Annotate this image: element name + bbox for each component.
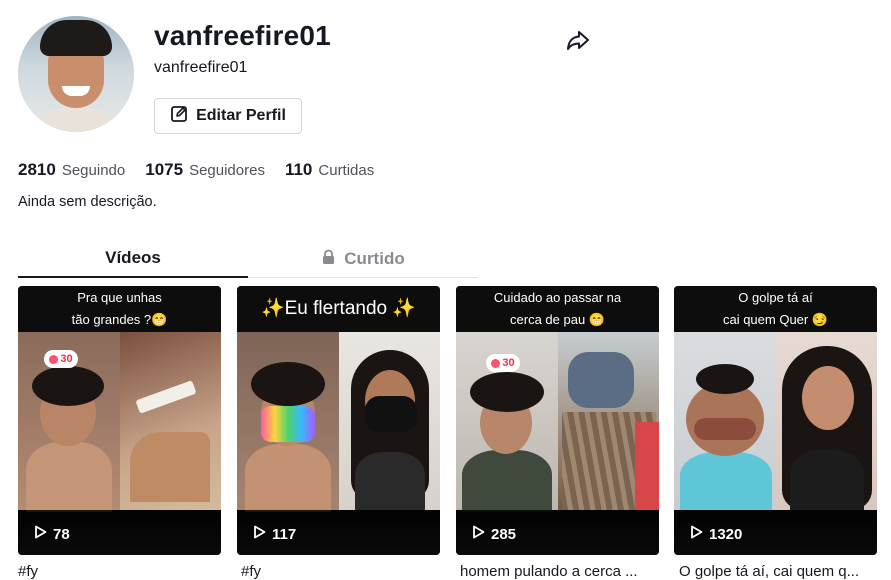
video-overlay-text: Pra que unhas tão grandes ?😁 (18, 286, 221, 332)
overlay-line-2: cai quem Quer 😏 (722, 312, 829, 327)
likes-stat: 110 Curtidas (285, 160, 374, 180)
video-caption[interactable]: #fy (241, 563, 444, 580)
profile-avatar[interactable] (18, 16, 134, 132)
play-icon (253, 525, 266, 543)
followers-count: 1075 (145, 160, 184, 179)
edit-pencil-icon (170, 105, 188, 128)
video-thumb-left (237, 332, 339, 512)
video-card[interactable]: Cuidado ao passar na cerca de pau 😁 30 2… (456, 286, 659, 555)
video-caption[interactable]: homem pulando a cerca ... (460, 563, 663, 580)
video-view-count: 78 (34, 525, 70, 543)
overlay-line-2: tão grandes ?😁 (71, 312, 168, 327)
video-card[interactable]: ✨Eu flertando ✨ 117 (237, 286, 440, 555)
video-card[interactable]: Pra que unhas tão grandes ?😁 30 78 (18, 286, 221, 555)
followers-stat[interactable]: 1075 Seguidores (145, 160, 265, 180)
video-caption[interactable]: O golpe tá aí, cai quem q... (679, 563, 882, 580)
lock-icon (321, 249, 336, 270)
tab-liked-label: Curtido (344, 249, 405, 268)
video-caption[interactable]: #fy (18, 563, 221, 580)
overlay-line-1: O golpe tá aí (738, 290, 813, 305)
video-thumb-right (119, 332, 221, 510)
video-view-count: 285 (472, 525, 516, 543)
video-thumb-left: 30 (456, 332, 558, 512)
profile-nickname: vanfreefire01 (154, 59, 248, 76)
avatar-hair (40, 20, 112, 56)
likes-label: Curtidas (318, 162, 375, 179)
followers-label: Seguidores (189, 162, 265, 179)
profile-tabs: Vídeos Curtido (18, 240, 478, 278)
following-count: 2810 (18, 160, 56, 179)
edit-profile-button[interactable]: Editar Perfil (154, 98, 302, 134)
video-thumb-left: 30 (18, 332, 120, 512)
profile-bio: Ainda sem descrição. (18, 194, 157, 210)
edit-profile-label: Editar Perfil (196, 107, 286, 124)
play-icon (690, 525, 703, 543)
live-badge: 30 (44, 350, 78, 368)
overlay-line-1: ✨Eu flertando ✨ (260, 298, 417, 319)
video-thumb-right (775, 332, 877, 510)
share-icon[interactable] (564, 26, 592, 54)
profile-stats: 2810 Seguindo 1075 Seguidores 110 Curtid… (18, 160, 374, 180)
video-thumb-right (557, 332, 659, 510)
likes-count: 110 (284, 160, 313, 179)
live-badge: 30 (486, 354, 520, 372)
video-overlay-text: ✨Eu flertando ✨ (237, 286, 440, 332)
video-overlay-text: Cuidado ao passar na cerca de pau 😁 (456, 286, 659, 332)
overlay-line-2: cerca de pau 😁 (510, 312, 605, 327)
video-view-count: 117 (253, 525, 296, 543)
following-stat[interactable]: 2810 Seguindo (18, 160, 125, 180)
video-thumb-left (674, 332, 776, 510)
following-label: Seguindo (61, 162, 126, 179)
video-view-count: 1320 (690, 525, 742, 543)
tab-liked[interactable]: Curtido (248, 240, 478, 278)
play-icon (34, 525, 47, 543)
video-card[interactable]: O golpe tá aí cai quem Quer 😏 1320 (674, 286, 877, 555)
tab-videos[interactable]: Vídeos (18, 240, 248, 278)
play-icon (472, 525, 485, 543)
tab-videos-label: Vídeos (105, 248, 161, 267)
video-thumb-right (338, 332, 440, 510)
profile-username: vanfreefire01 (154, 20, 331, 51)
video-overlay-text: O golpe tá aí cai quem Quer 😏 (674, 286, 877, 332)
overlay-line-1: Cuidado ao passar na (493, 290, 622, 305)
overlay-line-1: Pra que unhas (77, 290, 162, 305)
